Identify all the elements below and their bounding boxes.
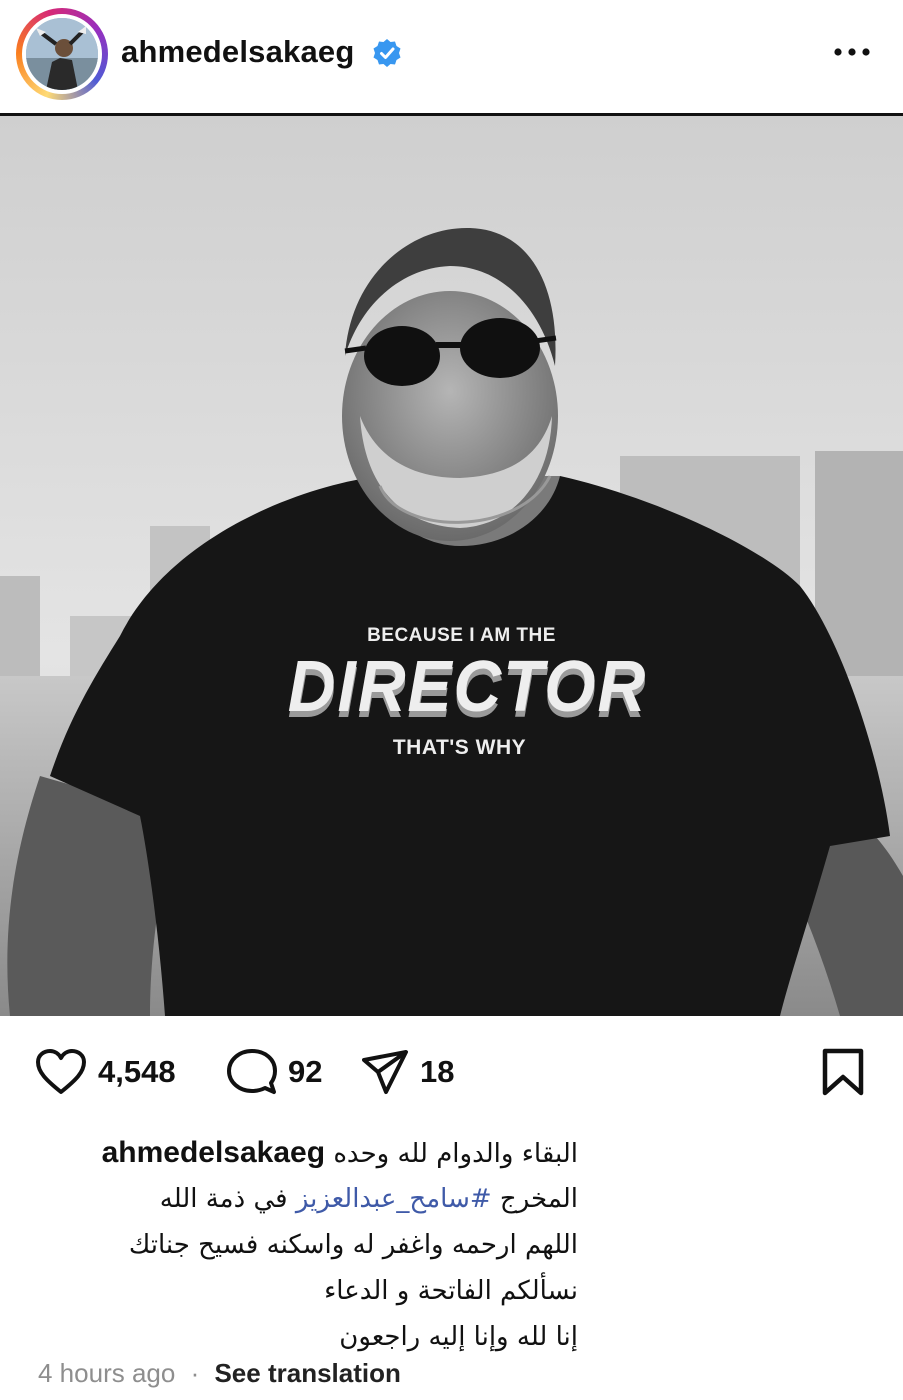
post-timestamp: 4 hours ago (38, 1358, 176, 1388)
comment-icon (227, 1049, 277, 1094)
caption-hashtag[interactable]: #سامح_عبدالعزيز (296, 1184, 492, 1214)
post-caption: البقاء والدوام لله وحده ahmedelsakaeg ال… (38, 1130, 578, 1360)
post-meta: 4 hours ago · See translation (38, 1358, 401, 1389)
post-username[interactable]: ahmedelsakaeg (121, 34, 355, 70)
caption-line-2: المخرج #سامح_عبدالعزيز في ذمة الله (38, 1176, 578, 1222)
caption-text: المخرج (499, 1184, 578, 1214)
post-photo[interactable]: BECAUSE I AM THE DIRECTOR THAT'S WHY (0, 116, 903, 1016)
like-button[interactable]: 4,548 (34, 1016, 176, 1128)
shirt-text-top: BECAUSE I AM THE (367, 625, 556, 646)
like-count[interactable]: 4,548 (98, 1054, 176, 1090)
send-icon (362, 1050, 408, 1094)
story-ring[interactable] (16, 8, 108, 100)
action-bar: 4,548 92 18 (0, 1016, 903, 1128)
shirt-text-main: DIRECTOR (287, 647, 648, 727)
caption-line-1: البقاء والدوام لله وحده ahmedelsakaeg (38, 1130, 578, 1176)
caption-line-3: اللهم ارحمه واغفر له واسكنه فسيح جناتك (128, 1230, 578, 1260)
comment-button[interactable]: 92 (226, 1016, 322, 1128)
shirt-text-bottom: THAT'S WHY (392, 736, 527, 759)
caption-line-4: نسألكم الفاتحة و الدعاء (324, 1276, 578, 1306)
avatar[interactable] (22, 14, 102, 94)
bookmark-icon (822, 1048, 864, 1096)
share-count[interactable]: 18 (420, 1054, 454, 1090)
save-button[interactable] (820, 1016, 866, 1128)
heart-icon (36, 1049, 86, 1094)
post-header: ahmedelsakaeg (0, 0, 903, 114)
caption-text: البقاء والدوام لله وحده (333, 1139, 578, 1169)
comment-count[interactable]: 92 (288, 1054, 322, 1090)
caption-text: في ذمة الله (159, 1184, 288, 1214)
share-button[interactable]: 18 (360, 1016, 454, 1128)
verified-badge-icon (373, 39, 401, 67)
see-translation-link[interactable]: See translation (214, 1358, 400, 1388)
meta-separator: · (190, 1358, 200, 1388)
caption-line-5: إنا لله وإنا إليه راجعون (339, 1322, 578, 1352)
more-options-icon[interactable] (830, 40, 874, 64)
caption-username[interactable]: ahmedelsakaeg (102, 1136, 325, 1169)
